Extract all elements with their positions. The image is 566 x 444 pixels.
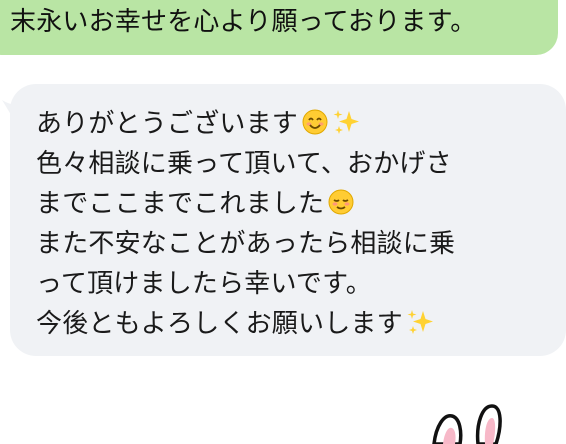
received-message-line: また不安なことがあったら相談に乗	[36, 224, 556, 264]
sparkles-icon	[332, 108, 360, 148]
received-line-text: ありがとうございます	[36, 109, 299, 139]
received-message-line: 今後ともよろしくお願いします	[36, 304, 556, 344]
received-line-text: までここまでこれました	[36, 189, 325, 219]
received-line-text: って頂けましたら幸いです。	[36, 269, 372, 299]
received-message-line: 色々相談に乗って頂いて、おかげさ	[36, 144, 556, 184]
received-message-line: ありがとうございます	[36, 104, 556, 144]
received-message-line: って頂けましたら幸いです。	[36, 264, 556, 304]
chat-view: 末永いお幸せを心より願っております。 ありがとうございます 色々相談に乗って頂い…	[0, 0, 566, 444]
smiling-face-icon	[301, 108, 329, 148]
received-message-body: ありがとうございます 色々相談に乗って頂いて、おかげさ までここまでこれました …	[36, 104, 556, 344]
sent-message-bubble[interactable]: 末永いお幸せを心より願っております。	[0, 0, 558, 55]
received-line-text: また不安なことがあったら相談に乗	[36, 229, 456, 259]
bunny-ears-sticker-icon[interactable]	[430, 404, 540, 444]
received-line-text: 色々相談に乗って頂いて、おかげさ	[36, 149, 452, 179]
received-line-text: 今後ともよろしくお願いします	[36, 309, 403, 339]
sparkles-icon	[406, 308, 434, 348]
received-message-line: までここまでこれました	[36, 184, 556, 224]
relieved-face-icon	[327, 188, 355, 228]
sent-message-text: 末永いお幸せを心より願っております。	[10, 7, 477, 37]
